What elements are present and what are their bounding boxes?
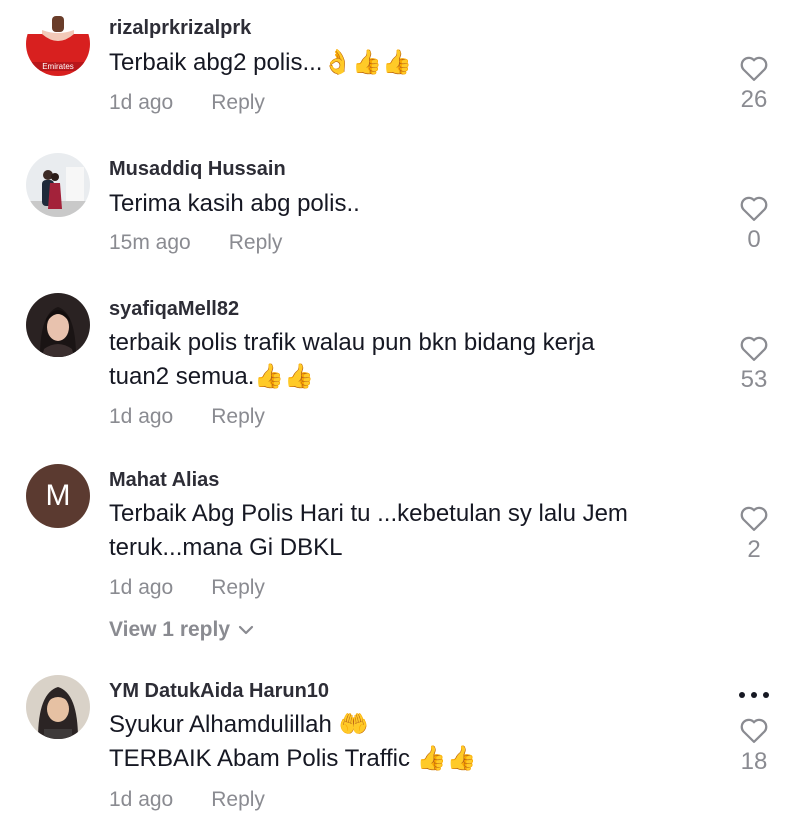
like-count: 0: [747, 226, 761, 253]
like-button[interactable]: 18: [734, 716, 774, 776]
comment-time: 1d ago: [109, 405, 174, 428]
comment-text: Terbaik abg2 polis...👌👍👍: [109, 49, 413, 76]
comment-text: Terima kasih abg polis..: [109, 190, 360, 217]
avatar-logo-text: Emirates: [42, 62, 74, 71]
like-button[interactable]: 53: [734, 334, 774, 394]
comment-meta: 15m ago Reply: [109, 231, 282, 255]
reply-button[interactable]: Reply: [211, 788, 265, 811]
chevron-down-icon: [238, 626, 254, 635]
more-dots-icon: [739, 692, 769, 698]
like-count: 2: [747, 536, 761, 563]
avatar-initial: M: [45, 479, 71, 512]
comment-username[interactable]: rizalprkrizalprk: [109, 17, 251, 40]
heart-outline-icon: [740, 336, 768, 361]
reply-button[interactable]: Reply: [211, 405, 265, 428]
avatar-image: [26, 153, 90, 217]
view-replies-button[interactable]: View 1 reply: [109, 618, 254, 642]
reply-button[interactable]: Reply: [211, 576, 265, 599]
heart-outline-icon: [740, 56, 768, 81]
comment-time: 1d ago: [109, 91, 174, 114]
heart-outline-icon: [740, 506, 768, 531]
comment-time: 1d ago: [109, 788, 174, 811]
comment-meta: 1d ago Reply: [109, 405, 265, 429]
heart-outline-icon: [740, 196, 768, 221]
comment-username[interactable]: Musaddiq Hussain: [109, 158, 286, 181]
comment-text: Syukur Alhamdulillah 🤲 TERBAIK Abam Poli…: [109, 711, 477, 772]
comment-text: terbaik polis trafik walau pun bkn bidan…: [109, 329, 595, 390]
like-count: 53: [740, 366, 768, 393]
comment-meta: 1d ago Reply: [109, 788, 265, 812]
like-button[interactable]: 2: [734, 504, 774, 564]
comment-time: 1d ago: [109, 576, 174, 599]
comment-time: 15m ago: [109, 231, 191, 254]
avatar-image: Emirates: [26, 12, 90, 76]
reply-button[interactable]: Reply: [229, 231, 283, 254]
avatar[interactable]: [26, 675, 90, 739]
like-count: 26: [740, 86, 768, 113]
comment-username[interactable]: YM DatukAida Harun10: [109, 680, 329, 703]
comment-username[interactable]: syafiqaMell82: [109, 298, 239, 321]
reply-button[interactable]: Reply: [211, 91, 265, 114]
avatar[interactable]: M: [26, 464, 90, 528]
comment-meta: 1d ago Reply: [109, 91, 265, 115]
comment-meta: 1d ago Reply: [109, 576, 265, 600]
avatar-image: [26, 675, 90, 739]
like-button[interactable]: 0: [734, 194, 774, 254]
more-options-button[interactable]: [734, 688, 774, 706]
avatar[interactable]: Emirates: [26, 12, 90, 76]
comment-text: Terbaik Abg Polis Hari tu ...kebetulan s…: [109, 500, 628, 561]
like-button[interactable]: 26: [734, 54, 774, 114]
comment-username[interactable]: Mahat Alias: [109, 469, 219, 492]
avatar[interactable]: [26, 153, 90, 217]
heart-outline-icon: [740, 718, 768, 743]
view-replies-label: View 1 reply: [109, 618, 231, 641]
like-count: 18: [740, 748, 768, 775]
avatar-image: [26, 293, 90, 357]
avatar[interactable]: [26, 293, 90, 357]
